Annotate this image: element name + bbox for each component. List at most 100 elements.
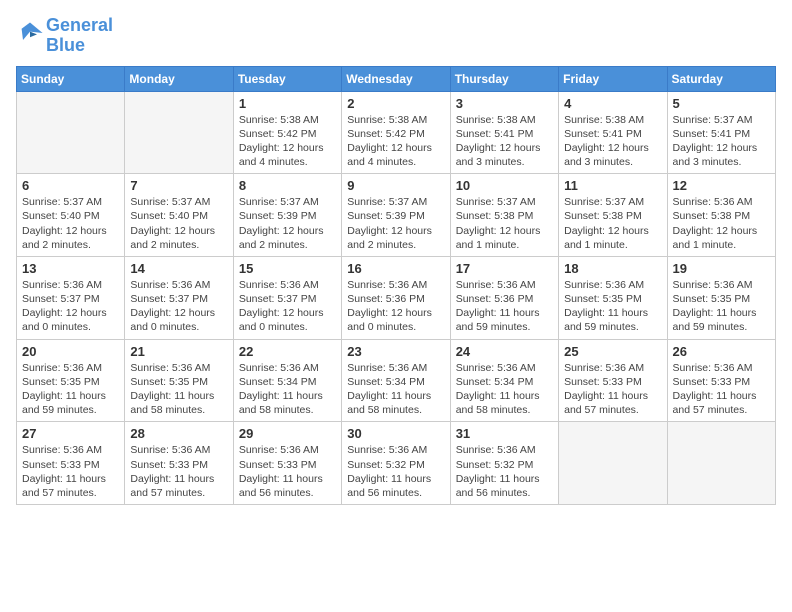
day-number: 2	[347, 96, 444, 111]
day-info: Sunrise: 5:37 AM Sunset: 5:39 PM Dayligh…	[347, 195, 444, 252]
day-number: 23	[347, 344, 444, 359]
calendar-cell: 30 Sunrise: 5:36 AM Sunset: 5:32 PM Dayli…	[342, 422, 450, 505]
day-header-thursday: Thursday	[450, 66, 558, 91]
day-header-friday: Friday	[559, 66, 667, 91]
day-info: Sunrise: 5:36 AM Sunset: 5:37 PM Dayligh…	[130, 278, 227, 335]
day-info: Sunrise: 5:37 AM Sunset: 5:38 PM Dayligh…	[564, 195, 661, 252]
day-info: Sunrise: 5:36 AM Sunset: 5:34 PM Dayligh…	[456, 361, 553, 418]
day-info: Sunrise: 5:36 AM Sunset: 5:32 PM Dayligh…	[456, 443, 553, 500]
calendar-cell: 13 Sunrise: 5:36 AM Sunset: 5:37 PM Dayli…	[17, 256, 125, 339]
logo-icon	[16, 19, 44, 52]
day-number: 18	[564, 261, 661, 276]
day-number: 19	[673, 261, 770, 276]
calendar-cell: 5 Sunrise: 5:37 AM Sunset: 5:41 PM Daylig…	[667, 91, 775, 174]
calendar-cell: 16Sunrise: 5:36 AM Sunset: 5:36 PM Dayli…	[342, 256, 450, 339]
day-info: Sunrise: 5:36 AM Sunset: 5:33 PM Dayligh…	[22, 443, 119, 500]
day-header-saturday: Saturday	[667, 66, 775, 91]
page-header: General Blue	[16, 16, 776, 56]
calendar-cell: 8 Sunrise: 5:37 AM Sunset: 5:39 PM Daylig…	[233, 174, 341, 257]
calendar-cell: 28 Sunrise: 5:36 AM Sunset: 5:33 PM Dayli…	[125, 422, 233, 505]
day-number: 7	[130, 178, 227, 193]
calendar-week-row: 20Sunrise: 5:36 AM Sunset: 5:35 PM Dayli…	[17, 339, 776, 422]
day-number: 28	[130, 426, 227, 441]
calendar-table: SundayMondayTuesdayWednesdayThursdayFrid…	[16, 66, 776, 505]
calendar-cell: 26 Sunrise: 5:36 AM Sunset: 5:33 PM Dayli…	[667, 339, 775, 422]
calendar-week-row: 13 Sunrise: 5:36 AM Sunset: 5:37 PM Dayli…	[17, 256, 776, 339]
day-info: Sunrise: 5:36 AM Sunset: 5:37 PM Dayligh…	[239, 278, 336, 335]
calendar-cell	[17, 91, 125, 174]
calendar-cell: 2 Sunrise: 5:38 AM Sunset: 5:42 PM Daylig…	[342, 91, 450, 174]
day-number: 13	[22, 261, 119, 276]
day-number: 15	[239, 261, 336, 276]
day-info: Sunrise: 5:36 AM Sunset: 5:36 PM Dayligh…	[347, 278, 444, 335]
day-info: Sunrise: 5:36 AM Sunset: 5:33 PM Dayligh…	[564, 361, 661, 418]
day-number: 26	[673, 344, 770, 359]
day-number: 27	[22, 426, 119, 441]
day-info: Sunrise: 5:38 AM Sunset: 5:42 PM Dayligh…	[347, 113, 444, 170]
calendar-cell: 27 Sunrise: 5:36 AM Sunset: 5:33 PM Dayli…	[17, 422, 125, 505]
calendar-cell	[125, 91, 233, 174]
day-info: Sunrise: 5:36 AM Sunset: 5:32 PM Dayligh…	[347, 443, 444, 500]
calendar-cell	[559, 422, 667, 505]
calendar-week-row: 27 Sunrise: 5:36 AM Sunset: 5:33 PM Dayli…	[17, 422, 776, 505]
day-number: 11	[564, 178, 661, 193]
day-number: 9	[347, 178, 444, 193]
day-number: 10	[456, 178, 553, 193]
day-info: Sunrise: 5:38 AM Sunset: 5:42 PM Dayligh…	[239, 113, 336, 170]
calendar-cell: 11 Sunrise: 5:37 AM Sunset: 5:38 PM Dayli…	[559, 174, 667, 257]
day-number: 14	[130, 261, 227, 276]
day-info: Sunrise: 5:36 AM Sunset: 5:35 PM Dayligh…	[22, 361, 119, 418]
day-number: 4	[564, 96, 661, 111]
calendar-cell: 17Sunrise: 5:36 AM Sunset: 5:36 PM Dayli…	[450, 256, 558, 339]
calendar-cell: 23 Sunrise: 5:36 AM Sunset: 5:34 PM Dayli…	[342, 339, 450, 422]
day-info: Sunrise: 5:37 AM Sunset: 5:40 PM Dayligh…	[22, 195, 119, 252]
day-info: Sunrise: 5:36 AM Sunset: 5:33 PM Dayligh…	[239, 443, 336, 500]
day-info: Sunrise: 5:37 AM Sunset: 5:39 PM Dayligh…	[239, 195, 336, 252]
day-number: 30	[347, 426, 444, 441]
calendar-header-row: SundayMondayTuesdayWednesdayThursdayFrid…	[17, 66, 776, 91]
day-info: Sunrise: 5:36 AM Sunset: 5:36 PM Dayligh…	[456, 278, 553, 335]
day-number: 8	[239, 178, 336, 193]
day-number: 31	[456, 426, 553, 441]
calendar-cell: 25 Sunrise: 5:36 AM Sunset: 5:33 PM Dayli…	[559, 339, 667, 422]
calendar-cell	[667, 422, 775, 505]
day-info: Sunrise: 5:38 AM Sunset: 5:41 PM Dayligh…	[456, 113, 553, 170]
day-number: 1	[239, 96, 336, 111]
day-info: Sunrise: 5:37 AM Sunset: 5:41 PM Dayligh…	[673, 113, 770, 170]
calendar-cell: 21Sunrise: 5:36 AM Sunset: 5:35 PM Dayli…	[125, 339, 233, 422]
day-header-monday: Monday	[125, 66, 233, 91]
day-info: Sunrise: 5:37 AM Sunset: 5:38 PM Dayligh…	[456, 195, 553, 252]
day-info: Sunrise: 5:36 AM Sunset: 5:33 PM Dayligh…	[130, 443, 227, 500]
day-number: 3	[456, 96, 553, 111]
day-number: 5	[673, 96, 770, 111]
day-number: 29	[239, 426, 336, 441]
day-info: Sunrise: 5:36 AM Sunset: 5:38 PM Dayligh…	[673, 195, 770, 252]
calendar-cell: 3 Sunrise: 5:38 AM Sunset: 5:41 PM Daylig…	[450, 91, 558, 174]
calendar-cell: 31 Sunrise: 5:36 AM Sunset: 5:32 PM Dayli…	[450, 422, 558, 505]
day-info: Sunrise: 5:36 AM Sunset: 5:34 PM Dayligh…	[239, 361, 336, 418]
calendar-cell: 12 Sunrise: 5:36 AM Sunset: 5:38 PM Dayli…	[667, 174, 775, 257]
calendar-cell: 19 Sunrise: 5:36 AM Sunset: 5:35 PM Dayli…	[667, 256, 775, 339]
calendar-cell: 29 Sunrise: 5:36 AM Sunset: 5:33 PM Dayli…	[233, 422, 341, 505]
calendar-cell: 14 Sunrise: 5:36 AM Sunset: 5:37 PM Dayli…	[125, 256, 233, 339]
calendar-cell: 1 Sunrise: 5:38 AM Sunset: 5:42 PM Daylig…	[233, 91, 341, 174]
day-info: Sunrise: 5:36 AM Sunset: 5:34 PM Dayligh…	[347, 361, 444, 418]
calendar-week-row: 6 Sunrise: 5:37 AM Sunset: 5:40 PM Daylig…	[17, 174, 776, 257]
day-info: Sunrise: 5:36 AM Sunset: 5:33 PM Dayligh…	[673, 361, 770, 418]
calendar-cell: 15 Sunrise: 5:36 AM Sunset: 5:37 PM Dayli…	[233, 256, 341, 339]
calendar-cell: 4Sunrise: 5:38 AM Sunset: 5:41 PM Daylig…	[559, 91, 667, 174]
day-number: 22	[239, 344, 336, 359]
day-number: 25	[564, 344, 661, 359]
calendar-cell: 7 Sunrise: 5:37 AM Sunset: 5:40 PM Daylig…	[125, 174, 233, 257]
calendar-cell: 9 Sunrise: 5:37 AM Sunset: 5:39 PM Daylig…	[342, 174, 450, 257]
calendar-cell: 6 Sunrise: 5:37 AM Sunset: 5:40 PM Daylig…	[17, 174, 125, 257]
day-number: 6	[22, 178, 119, 193]
day-header-sunday: Sunday	[17, 66, 125, 91]
day-info: Sunrise: 5:37 AM Sunset: 5:40 PM Dayligh…	[130, 195, 227, 252]
day-info: Sunrise: 5:36 AM Sunset: 5:37 PM Dayligh…	[22, 278, 119, 335]
day-info: Sunrise: 5:36 AM Sunset: 5:35 PM Dayligh…	[673, 278, 770, 335]
calendar-cell: 24Sunrise: 5:36 AM Sunset: 5:34 PM Dayli…	[450, 339, 558, 422]
day-number: 12	[673, 178, 770, 193]
calendar-cell: 10 Sunrise: 5:37 AM Sunset: 5:38 PM Dayli…	[450, 174, 558, 257]
logo: General Blue	[16, 16, 113, 56]
